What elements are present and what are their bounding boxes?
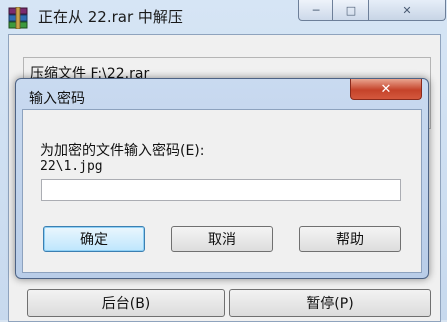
pause-button[interactable]: 暂停(P) [229,289,431,317]
password-input[interactable] [41,179,401,201]
close-button[interactable]: ✕ [368,0,446,21]
help-button[interactable]: 帮助 [299,226,401,252]
dialog-client-area: 为加密的文件输入密码(E): 22\1.jpg 确定 取消 帮助 [22,109,422,273]
maximize-icon: □ [345,3,357,17]
close-icon: ✕ [380,81,392,97]
minimize-button[interactable]: ─ [298,0,334,21]
window-title: 正在从 22.rar 中解压 [38,8,183,26]
maximize-button[interactable]: □ [332,0,370,21]
encrypted-file-path: 22\1.jpg [40,159,103,174]
password-prompt-label: 为加密的文件输入密码(E): [40,143,205,159]
close-icon: ✕ [402,3,412,17]
ok-button[interactable]: 确定 [43,226,145,252]
cancel-button[interactable]: 取消 [171,226,273,252]
dialog-close-button[interactable]: ✕ [350,79,422,100]
minimize-icon: ─ [312,3,320,17]
dialog-title: 输入密码 [29,91,85,107]
background-button[interactable]: 后台(B) [27,289,225,317]
password-dialog: 输入密码 ✕ 为加密的文件输入密码(E): 22\1.jpg 确定 取消 帮助 [15,78,429,279]
winrar-app-icon [8,7,28,29]
title-bar[interactable]: 正在从 22.rar 中解压 ─ □ ✕ [0,0,447,34]
